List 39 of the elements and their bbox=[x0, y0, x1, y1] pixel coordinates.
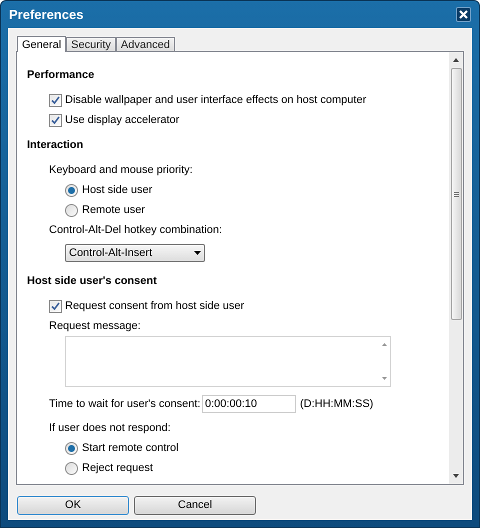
radio-button[interactable] bbox=[65, 184, 78, 196]
format-hint: (D:HH:MM:SS) bbox=[300, 396, 374, 412]
tab[interactable]: Advanced bbox=[116, 37, 175, 51]
tab[interactable]: General bbox=[17, 36, 66, 52]
checkbox[interactable] bbox=[49, 94, 62, 106]
field-label: Control-Alt-Del hotkey combination: bbox=[49, 222, 222, 238]
radio-label: Start remote control bbox=[82, 440, 179, 456]
window-title: Preferences bbox=[9, 6, 84, 24]
field-label: Time to wait for user's consent: bbox=[49, 396, 202, 412]
dropdown[interactable]: Control-Alt-Insert bbox=[65, 244, 205, 262]
radio-label: Reject request bbox=[82, 460, 153, 476]
dialog-button[interactable]: OK bbox=[17, 496, 129, 515]
field-label: Keyboard and mouse priority: bbox=[49, 162, 193, 178]
radio-button[interactable] bbox=[65, 462, 78, 474]
scrollbar-thumb[interactable] bbox=[450, 68, 462, 320]
checkbox[interactable] bbox=[49, 114, 62, 126]
radio-button[interactable] bbox=[65, 442, 78, 454]
field-label: If user does not respond: bbox=[49, 420, 171, 436]
radio-button[interactable] bbox=[65, 204, 78, 216]
checkbox-label: Request consent from host side user bbox=[65, 298, 244, 314]
grip-icon bbox=[454, 192, 458, 196]
checkbox[interactable] bbox=[49, 300, 62, 312]
scroll-up-icon[interactable] bbox=[453, 58, 459, 62]
close-icon bbox=[459, 10, 468, 19]
close-button[interactable] bbox=[456, 7, 471, 22]
radio-label: Host side user bbox=[82, 182, 152, 198]
scroll-down-icon[interactable] bbox=[453, 474, 459, 478]
field-label: Request message: bbox=[49, 318, 141, 334]
dialog-button[interactable]: Cancel bbox=[134, 496, 256, 515]
tab[interactable]: Security bbox=[66, 37, 116, 51]
time-field[interactable]: 0:00:00:10 bbox=[202, 395, 296, 413]
radio-label: Remote user bbox=[82, 202, 145, 218]
section-heading: Interaction bbox=[27, 138, 84, 153]
section-heading: Performance bbox=[27, 68, 96, 83]
checkbox-label: Disable wallpaper and user interface effects on host computer bbox=[65, 92, 366, 108]
section-heading: Host side user's consent bbox=[27, 274, 158, 289]
scrollbar[interactable] bbox=[449, 52, 463, 484]
checkbox-label: Use display accelerator bbox=[65, 112, 180, 128]
caret-icon bbox=[194, 251, 201, 255]
